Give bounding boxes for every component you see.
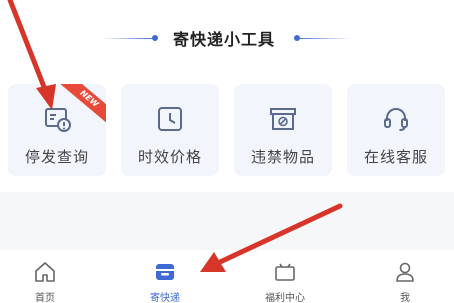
tool-label-stop-query: 停发查询	[24, 148, 89, 166]
home-icon	[35, 262, 55, 282]
section-title: 寄快递小工具	[172, 30, 275, 49]
tool-label-prohibited-items: 违禁物品	[250, 148, 315, 166]
stop-query-icon	[45, 108, 71, 132]
tab-send-package[interactable]: 寄快递	[120, 250, 210, 303]
tool-card-stop-query[interactable]: 停发查询 NEW	[8, 84, 106, 176]
section-header: 寄快递小工具	[0, 22, 454, 54]
header-decor-line-right	[300, 38, 350, 39]
tool-grid: 停发查询 NEW 时效价格 违禁物品 在线客服	[0, 84, 454, 176]
tab-welfare-center[interactable]: 福利中心	[240, 250, 330, 303]
tool-label-time-price: 时效价格	[137, 148, 202, 166]
tool-card-time-price[interactable]: 时效价格	[121, 84, 219, 176]
tool-card-prohibited-items[interactable]: 违禁物品	[234, 84, 332, 176]
tool-card-online-service[interactable]: 在线客服	[347, 84, 445, 176]
gift-box-icon	[275, 263, 295, 281]
tab-label-me: 我	[400, 293, 410, 303]
bottom-tab-bar: 首页 寄快递 福利中心 我	[0, 250, 454, 303]
header-decor-line-left	[102, 38, 152, 39]
header-decor-dot-left	[152, 35, 158, 41]
user-icon	[396, 262, 414, 282]
content-divider-band	[0, 192, 454, 250]
tab-label-welfare-center: 福利中心	[265, 293, 305, 303]
tab-me[interactable]: 我	[360, 250, 450, 303]
clock-icon	[158, 107, 182, 131]
tab-label-home: 首页	[35, 293, 55, 303]
send-package-icon	[156, 264, 174, 280]
prohibited-box-icon	[270, 108, 296, 130]
tab-label-send-package: 寄快递	[150, 293, 180, 303]
headset-icon	[384, 108, 408, 131]
tab-home[interactable]: 首页	[0, 250, 90, 303]
tool-label-online-service: 在线客服	[363, 148, 428, 166]
